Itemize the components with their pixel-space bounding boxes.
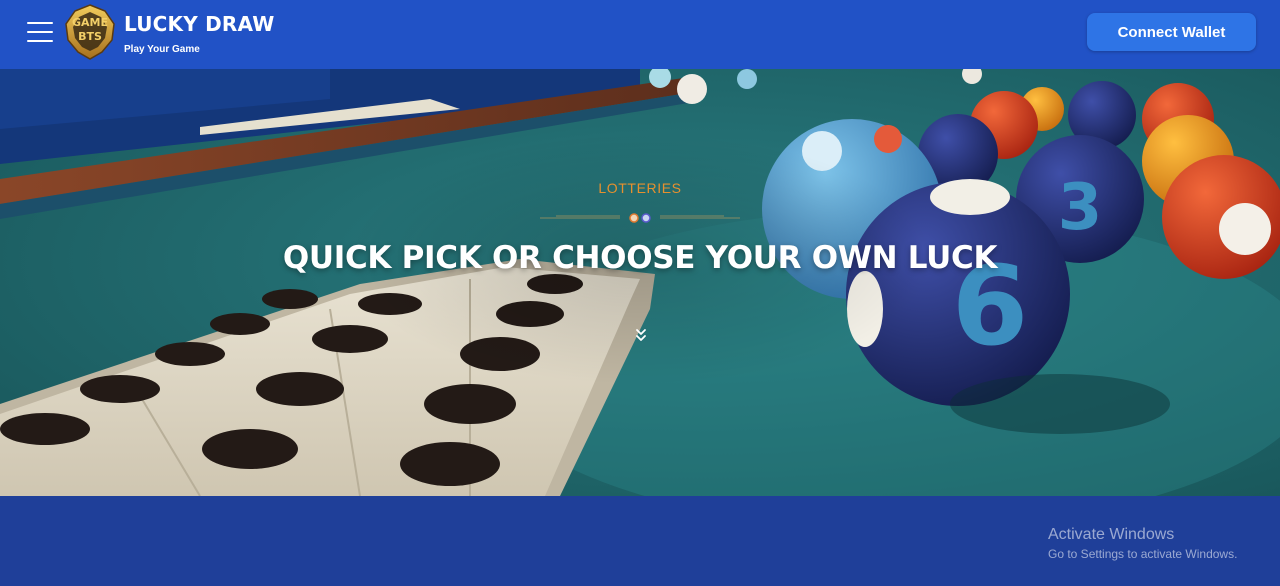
activate-windows-watermark: Activate Windows Go to Settings to activ… — [1048, 526, 1237, 561]
orange-dot-icon — [629, 213, 639, 223]
brand-title: LUCKY DRAW — [124, 12, 275, 36]
blue-dot-icon — [641, 213, 651, 223]
hero-banner: 3 6 LOTTERIES QUICK PICK OR CHOOSE YOUR … — [0, 69, 1280, 496]
brand-subtitle: Play Your Game — [124, 44, 200, 55]
watermark-subtitle: Go to Settings to activate Windows. — [1048, 547, 1238, 561]
watermark-title: Activate Windows — [1048, 526, 1175, 543]
logo-text-bottom: BTS — [78, 30, 102, 43]
hero-headline: QUICK PICK OR CHOOSE YOUR OWN LUCK — [282, 240, 998, 276]
section-eyebrow: LOTTERIES — [598, 180, 682, 196]
brand: LUCKY DRAW Play Your Game — [124, 12, 275, 55]
menu-icon[interactable] — [27, 22, 53, 42]
decorative-divider — [540, 213, 740, 223]
connect-wallet-button[interactable]: Connect Wallet — [1087, 13, 1256, 51]
logo-text-top: GAME — [72, 16, 108, 29]
chevron-double-down-icon[interactable] — [634, 328, 648, 344]
game-bts-logo[interactable]: GAME BTS — [64, 4, 116, 60]
hero-overlay — [0, 69, 1280, 496]
top-navbar: GAME BTS LUCKY DRAW Play Your Game Conne… — [0, 0, 1280, 69]
